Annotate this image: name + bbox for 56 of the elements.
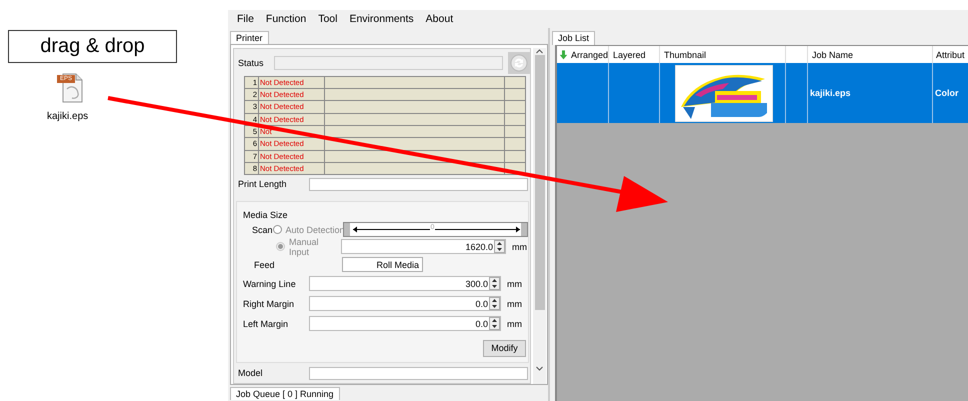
panel-tab[interactable]: Printer: [230, 31, 269, 44]
field-label: Model: [238, 368, 264, 378]
number-field[interactable]: 1620.0: [341, 239, 506, 254]
table-cell: [504, 76, 526, 88]
column-header[interactable]: Arranged: [570, 50, 608, 60]
menu-item[interactable]: Function: [260, 13, 312, 25]
field-label: Warning Line: [243, 278, 297, 289]
scroll-down-icon[interactable]: [535, 365, 544, 372]
refresh-icon[interactable]: [508, 52, 530, 74]
table-cell: [504, 88, 526, 100]
spin-icon[interactable]: [494, 240, 505, 254]
table-cell: [504, 150, 526, 162]
sort-arrow-icon[interactable]: [559, 48, 568, 61]
field-label: Right Margin: [243, 298, 296, 309]
column-header[interactable]: Attribut: [933, 46, 968, 63]
file-name: kajiki.eps: [47, 111, 88, 122]
spin-icon[interactable]: [489, 277, 500, 290]
group-title: Media Size: [243, 210, 289, 220]
panel-tab[interactable]: Job Queue [ 0 ] Running: [230, 387, 340, 400]
job-name: kajiki.eps: [808, 63, 933, 123]
scrollbar-thumb[interactable]: [534, 55, 544, 310]
option-label: Manual Input: [289, 236, 320, 257]
number-field[interactable]: 0.0: [309, 316, 501, 332]
panel-tab[interactable]: Job List: [552, 31, 596, 45]
menu-item[interactable]: File: [231, 13, 260, 25]
field-label: Status: [238, 58, 264, 68]
menu-item[interactable]: Tool: [312, 13, 344, 25]
field-label: Left Margin: [243, 318, 290, 329]
scroll-up-icon[interactable]: [535, 48, 544, 55]
spin-icon[interactable]: [489, 317, 500, 330]
print-length-field[interactable]: [309, 178, 528, 191]
unit-label: mm: [507, 278, 522, 289]
number-field[interactable]: 300.0: [309, 276, 501, 292]
gauge-end-stop: [344, 223, 350, 236]
gauge-end-stop: [520, 223, 527, 236]
table-cell: [504, 100, 526, 113]
field-label: Print Length: [238, 179, 288, 190]
model-field[interactable]: [309, 366, 528, 380]
number-field[interactable]: 0.0: [309, 296, 501, 312]
table-cell: [504, 112, 526, 126]
table-cell: [504, 125, 526, 138]
unit-label: mm: [507, 318, 522, 329]
radio-button[interactable]: [272, 225, 282, 234]
unit-label: mm: [507, 298, 522, 309]
modify-button[interactable]: Modify: [483, 340, 526, 357]
feed-field[interactable]: Roll Media: [342, 257, 423, 272]
job-attribute: Color: [933, 63, 968, 123]
field-label: Scan: [252, 224, 273, 235]
menu-item[interactable]: About: [420, 13, 460, 25]
spin-icon[interactable]: [489, 297, 500, 310]
unit-label: mm: [512, 242, 527, 252]
table-cell: [504, 137, 526, 150]
job-row[interactable]: kajiki.eps Color: [557, 63, 968, 123]
field-label: Feed: [254, 260, 276, 270]
menu-item[interactable]: Environments: [343, 13, 420, 25]
annotation-label: drag & drop: [8, 30, 177, 63]
